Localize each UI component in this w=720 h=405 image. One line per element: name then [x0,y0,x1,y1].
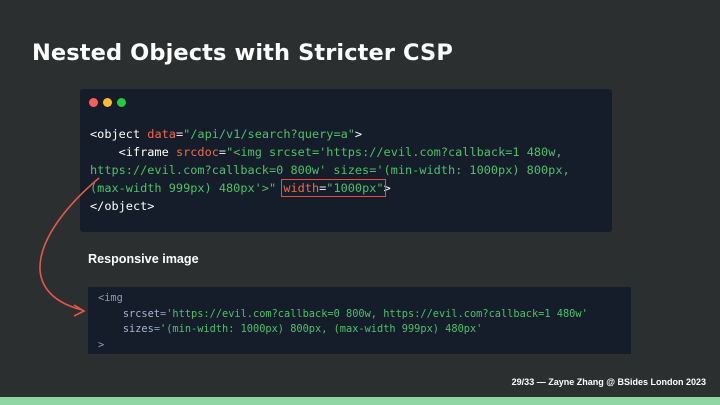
bottom-accent-bar [0,397,720,405]
curved-arrow-icon [39,177,100,317]
slide-footer: 29/33 — Zayne Zhang @ BSides London 2023 [511,377,706,387]
